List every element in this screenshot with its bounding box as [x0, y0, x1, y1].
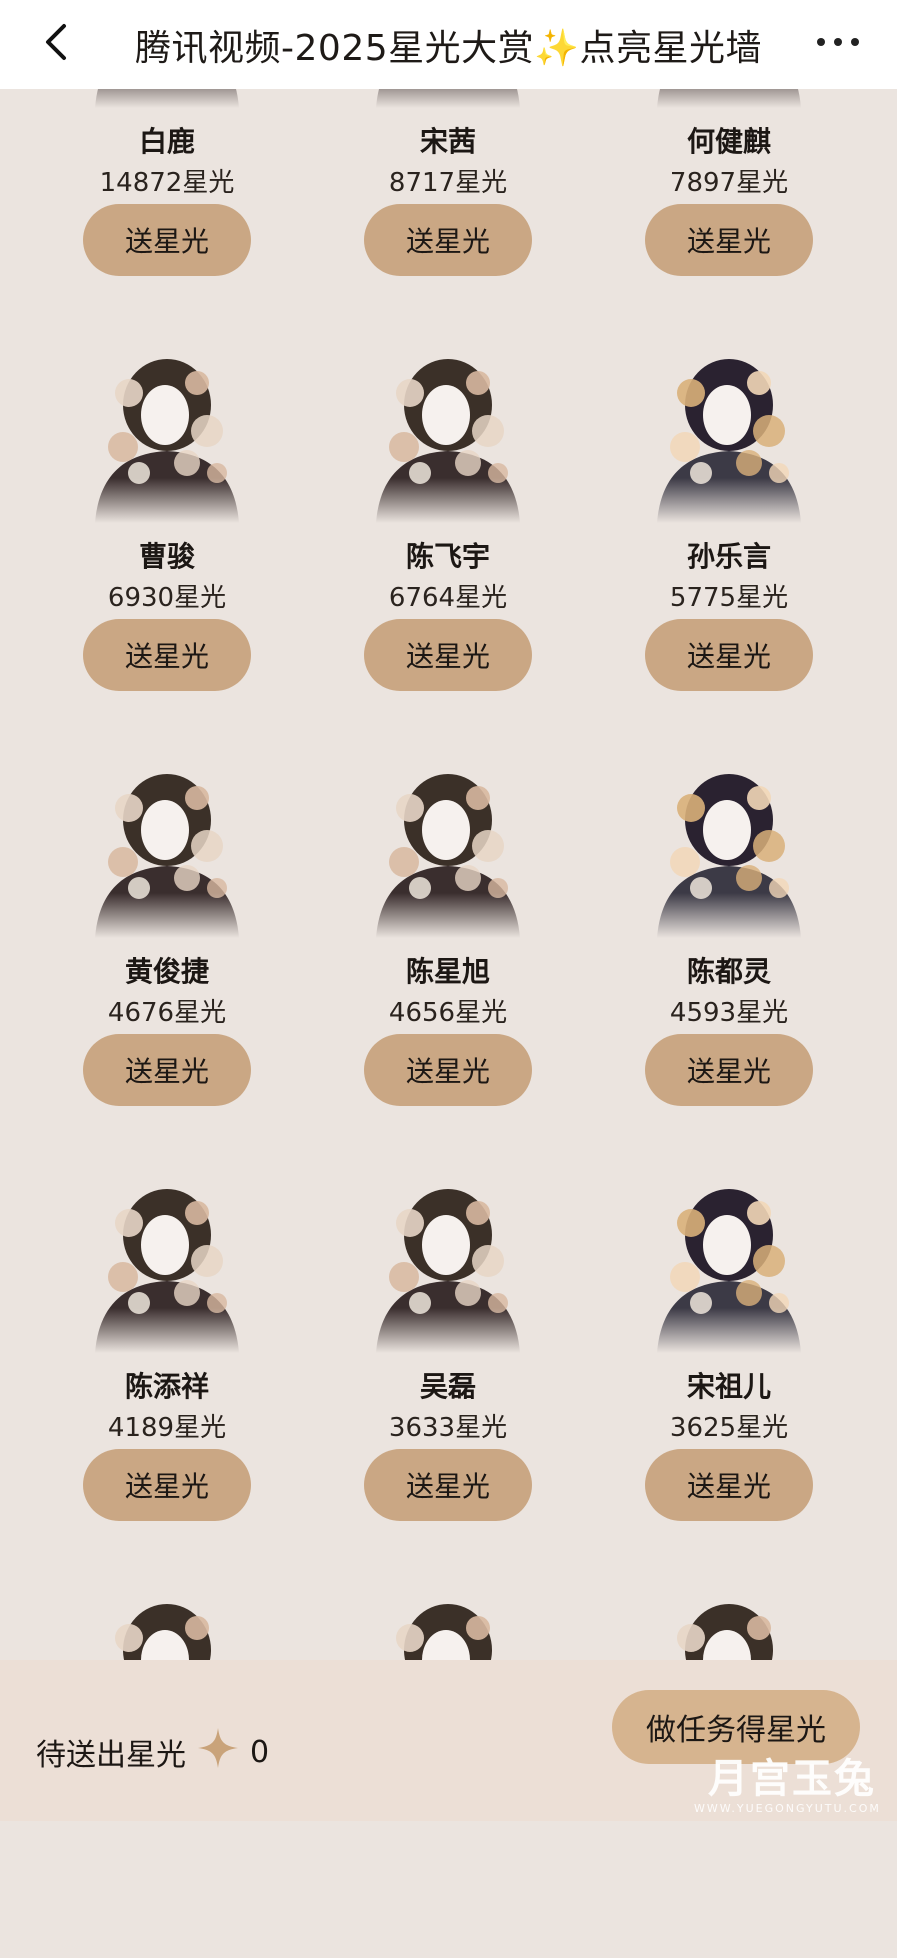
star-wall-grid: 白鹿 14872星光 送星光 宋茜 8717星光 送星光 何健麒 7897星光 送星光 曹骏 693…	[0, 0, 897, 1821]
send-stars-button[interactable]: 送星光	[645, 619, 813, 691]
star-card: 宋祖儿 3625星光送星光	[589, 1173, 869, 1543]
top-bar: 腾讯视频-2025星光大赏✨点亮星光墙	[0, 0, 897, 89]
watermark-logo: 月宫玉兔	[708, 1756, 876, 1802]
send-stars-button[interactable]: 送星光	[83, 619, 251, 691]
sparkle-icon	[196, 1726, 240, 1778]
bottom-bar: 待送出星光 0 做任务得星光 月宫玉兔 WWW.YUEGONGYUTU.COM	[0, 1660, 897, 1821]
star-card: 吴磊 3633星光送星光	[308, 1173, 588, 1543]
star-count: 14872星光	[99, 168, 235, 198]
artist-name: 陈都灵	[686, 955, 771, 988]
star-card: 陈都灵 4593星光送星光	[589, 758, 869, 1128]
pending-stars: 待送出星光 0	[36, 1726, 269, 1778]
artist-name: 孙乐言	[686, 540, 771, 573]
chevron-left-icon	[46, 24, 66, 60]
artist-name: 陈添祥	[124, 1370, 209, 1403]
artist-name: 黄俊捷	[124, 955, 209, 988]
avatar	[77, 758, 257, 938]
avatar	[639, 343, 819, 523]
send-stars-button[interactable]: 送星光	[364, 1449, 532, 1521]
send-stars-button[interactable]: 送星光	[645, 204, 813, 276]
avatar	[77, 343, 257, 523]
send-stars-button[interactable]: 送星光	[364, 204, 532, 276]
artist-name: 宋祖儿	[686, 1370, 771, 1403]
star-card: 黄俊捷 4676星光送星光	[27, 758, 307, 1128]
star-count: 4593星光	[669, 998, 789, 1028]
star-count: 4656星光	[388, 998, 508, 1028]
back-button[interactable]	[36, 20, 76, 64]
send-stars-button[interactable]: 送星光	[364, 1034, 532, 1106]
avatar	[358, 1173, 538, 1353]
artist-name: 宋茜	[419, 125, 476, 158]
pending-label: 待送出星光	[36, 1738, 186, 1773]
star-count: 4189星光	[107, 1413, 227, 1443]
send-stars-button[interactable]: 送星光	[83, 1449, 251, 1521]
artist-name: 陈飞宇	[405, 540, 490, 573]
star-count: 3625星光	[669, 1413, 789, 1443]
star-count: 3633星光	[388, 1413, 508, 1443]
star-card: 孙乐言 5775星光送星光	[589, 343, 869, 713]
send-stars-button[interactable]: 送星光	[645, 1034, 813, 1106]
send-stars-button[interactable]: 送星光	[83, 1034, 251, 1106]
artist-name: 何健麒	[686, 125, 771, 158]
star-count: 6930星光	[107, 583, 227, 613]
send-stars-button[interactable]: 送星光	[645, 1449, 813, 1521]
artist-name: 陈星旭	[405, 955, 490, 988]
star-card: 陈飞宇 6764星光送星光	[308, 343, 588, 713]
artist-name: 曹骏	[138, 540, 195, 573]
artist-name: 白鹿	[138, 125, 195, 158]
star-count: 4676星光	[107, 998, 227, 1028]
pending-count: 0	[250, 1734, 270, 1770]
watermark-url: WWW.YUEGONGYUTU.COM	[694, 1802, 881, 1815]
avatar	[639, 758, 819, 938]
avatar	[77, 1173, 257, 1353]
page-title: 腾讯视频-2025星光大赏✨点亮星光墙	[135, 27, 762, 69]
avatar	[358, 758, 538, 938]
star-count: 6764星光	[388, 583, 508, 613]
avatar	[358, 343, 538, 523]
star-card: 陈星旭 4656星光送星光	[308, 758, 588, 1128]
send-stars-button[interactable]: 送星光	[83, 204, 251, 276]
more-dots-icon	[817, 38, 859, 46]
star-count: 8717星光	[388, 168, 508, 198]
avatar	[639, 1173, 819, 1353]
star-count: 7897星光	[669, 168, 789, 198]
artist-name: 吴磊	[419, 1370, 476, 1403]
send-stars-button[interactable]: 送星光	[364, 619, 532, 691]
star-count: 5775星光	[669, 583, 789, 613]
star-card: 曹骏 6930星光送星光	[27, 343, 307, 713]
star-card: 陈添祥 4189星光送星光	[27, 1173, 307, 1543]
more-button[interactable]	[813, 22, 863, 62]
